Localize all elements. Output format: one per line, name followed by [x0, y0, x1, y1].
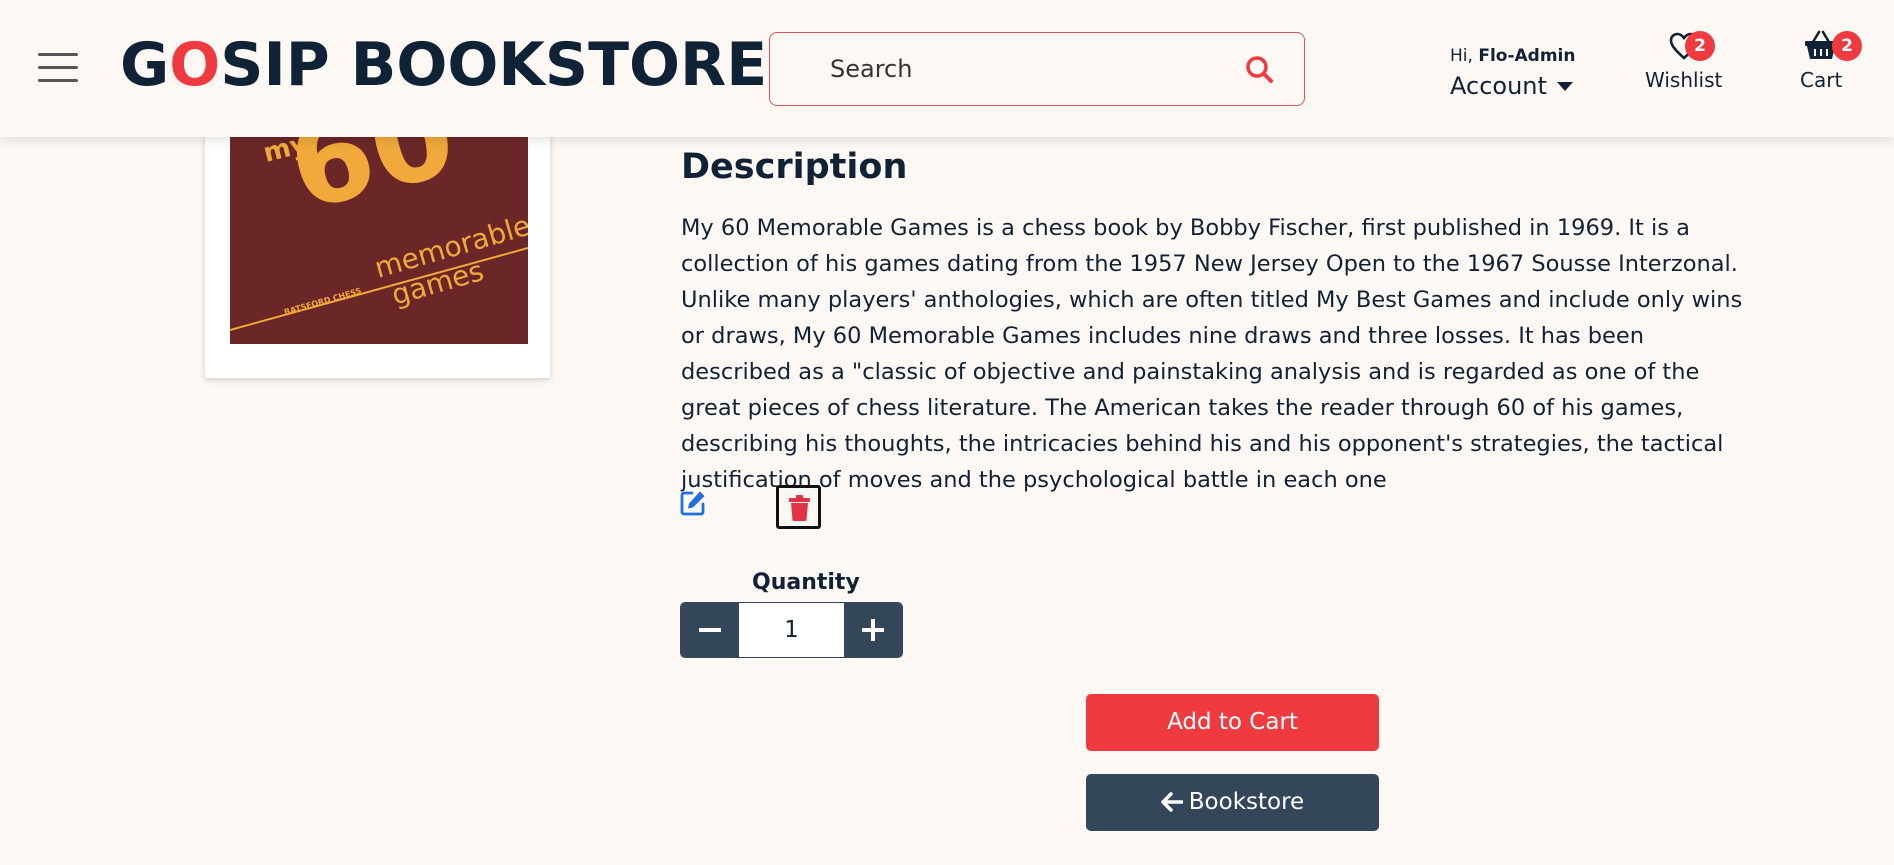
description-title: Description	[681, 147, 908, 187]
plus-icon	[862, 619, 884, 641]
greeting: Hi, Flo-Admin	[1450, 46, 1576, 66]
quantity-stepper	[680, 602, 903, 658]
edit-icon[interactable]	[679, 489, 707, 517]
minus-icon	[699, 628, 721, 632]
site-header: GOSIP BOOKSTORE Hi, Flo-Admin Account 2 …	[0, 0, 1894, 137]
delete-button[interactable]	[776, 485, 821, 529]
account-menu: Hi, Flo-Admin Account	[1450, 46, 1575, 100]
quantity-input[interactable]	[739, 603, 844, 657]
site-logo[interactable]: GOSIP BOOKSTORE	[120, 30, 767, 100]
increase-quantity-button[interactable]	[844, 603, 902, 657]
account-dropdown[interactable]: Account	[1450, 72, 1575, 100]
cart-label: Cart	[1800, 68, 1843, 92]
description-text: My 60 Memorable Games is a chess book by…	[681, 215, 1743, 493]
wishlist-link[interactable]: 2 Wishlist	[1645, 28, 1722, 92]
search-box	[769, 32, 1305, 106]
quantity-label: Quantity	[752, 570, 860, 595]
wishlist-count-badge: 2	[1685, 31, 1715, 61]
back-to-bookstore-button[interactable]: Bookstore	[1086, 774, 1379, 831]
arrow-left-icon	[1161, 792, 1183, 812]
decrease-quantity-button[interactable]	[681, 603, 739, 657]
caret-down-icon	[1556, 81, 1573, 91]
cart-count-badge: 2	[1832, 31, 1862, 61]
add-to-cart-button[interactable]: Add to Cart	[1086, 694, 1379, 751]
trash-icon	[789, 495, 810, 521]
bookstore-label: Bookstore	[1188, 789, 1305, 815]
wishlist-label: Wishlist	[1645, 68, 1723, 92]
search-input[interactable]	[830, 51, 1210, 87]
search-icon[interactable]	[1244, 54, 1276, 86]
cart-link[interactable]: 2 Cart	[1800, 28, 1862, 92]
hamburger-menu-icon[interactable]	[38, 53, 78, 85]
username: Flo-Admin	[1478, 46, 1576, 66]
book-cover-card: my 60 memorable games BATSFORD CHESS	[205, 100, 550, 378]
